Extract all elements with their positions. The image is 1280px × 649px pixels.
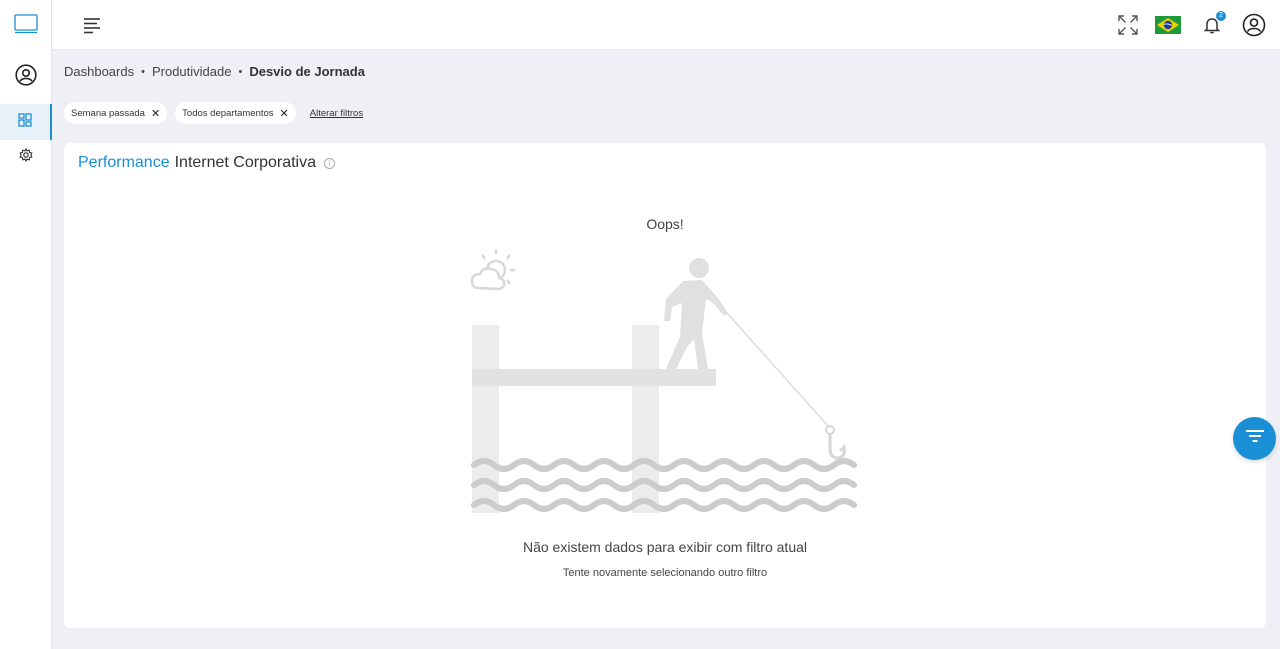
filter-chip-department: Todos departamentos ✕	[175, 102, 296, 124]
notification-count-badge: 2	[1216, 11, 1226, 21]
top-bar: 2	[52, 0, 1280, 50]
remove-filter-icon[interactable]: ✕	[280, 107, 289, 120]
gear-icon	[19, 147, 33, 167]
breadcrumb-dashboards[interactable]: Dashboards	[64, 64, 134, 79]
card-title-accent: Performance	[78, 154, 170, 171]
left-nav-rail	[0, 0, 52, 649]
breadcrumb-separator: •	[141, 65, 145, 78]
filter-icon	[1245, 428, 1265, 449]
performance-card: Performance Internet Corporativa i Oops!	[64, 143, 1266, 628]
empty-state-heading: Oops!	[646, 216, 684, 232]
dashboard-grid-icon	[18, 112, 32, 132]
brazil-flag-icon[interactable]	[1155, 13, 1181, 37]
card-title: Performance Internet Corporativa i	[78, 154, 335, 172]
remove-filter-icon[interactable]: ✕	[151, 107, 160, 120]
fullscreen-icon[interactable]	[1116, 13, 1140, 37]
filter-chip-period: Semana passada ✕	[64, 102, 168, 124]
nav-item-profile[interactable]	[0, 59, 52, 95]
breadcrumb-separator: •	[238, 65, 243, 78]
hamburger-menu-icon[interactable]	[80, 13, 104, 37]
filter-chip-label: Todos departamentos	[182, 107, 274, 119]
empty-state-illustration	[470, 243, 860, 518]
user-account-icon[interactable]	[1242, 13, 1266, 37]
breadcrumb: Dashboards • Produtividade • Desvio de J…	[64, 64, 365, 79]
nav-item-settings[interactable]	[0, 139, 52, 175]
nav-item-monitor[interactable]	[0, 8, 52, 44]
nav-item-dashboards[interactable]	[0, 104, 52, 140]
user-circle-icon	[15, 63, 37, 91]
empty-state-message: Não existem dados para exibir com filtro…	[522, 539, 808, 555]
alter-filters-link[interactable]: Alterar filtros	[310, 108, 363, 119]
bell-icon[interactable]: 2	[1200, 11, 1226, 37]
empty-state-hint: Tente novamente selecionando outro filtr…	[562, 567, 768, 579]
breadcrumb-produtividade[interactable]: Produtividade	[152, 64, 232, 79]
monitor-icon	[14, 13, 38, 39]
filter-chip-label: Semana passada	[71, 107, 145, 119]
filter-fab-button[interactable]	[1233, 417, 1276, 460]
card-title-text: Internet Corporativa	[174, 154, 316, 171]
filter-bar: Semana passada ✕ Todos departamentos ✕ A…	[64, 102, 363, 124]
info-icon[interactable]: i	[324, 157, 335, 169]
breadcrumb-current-page: Desvio de Jornada	[249, 64, 365, 79]
